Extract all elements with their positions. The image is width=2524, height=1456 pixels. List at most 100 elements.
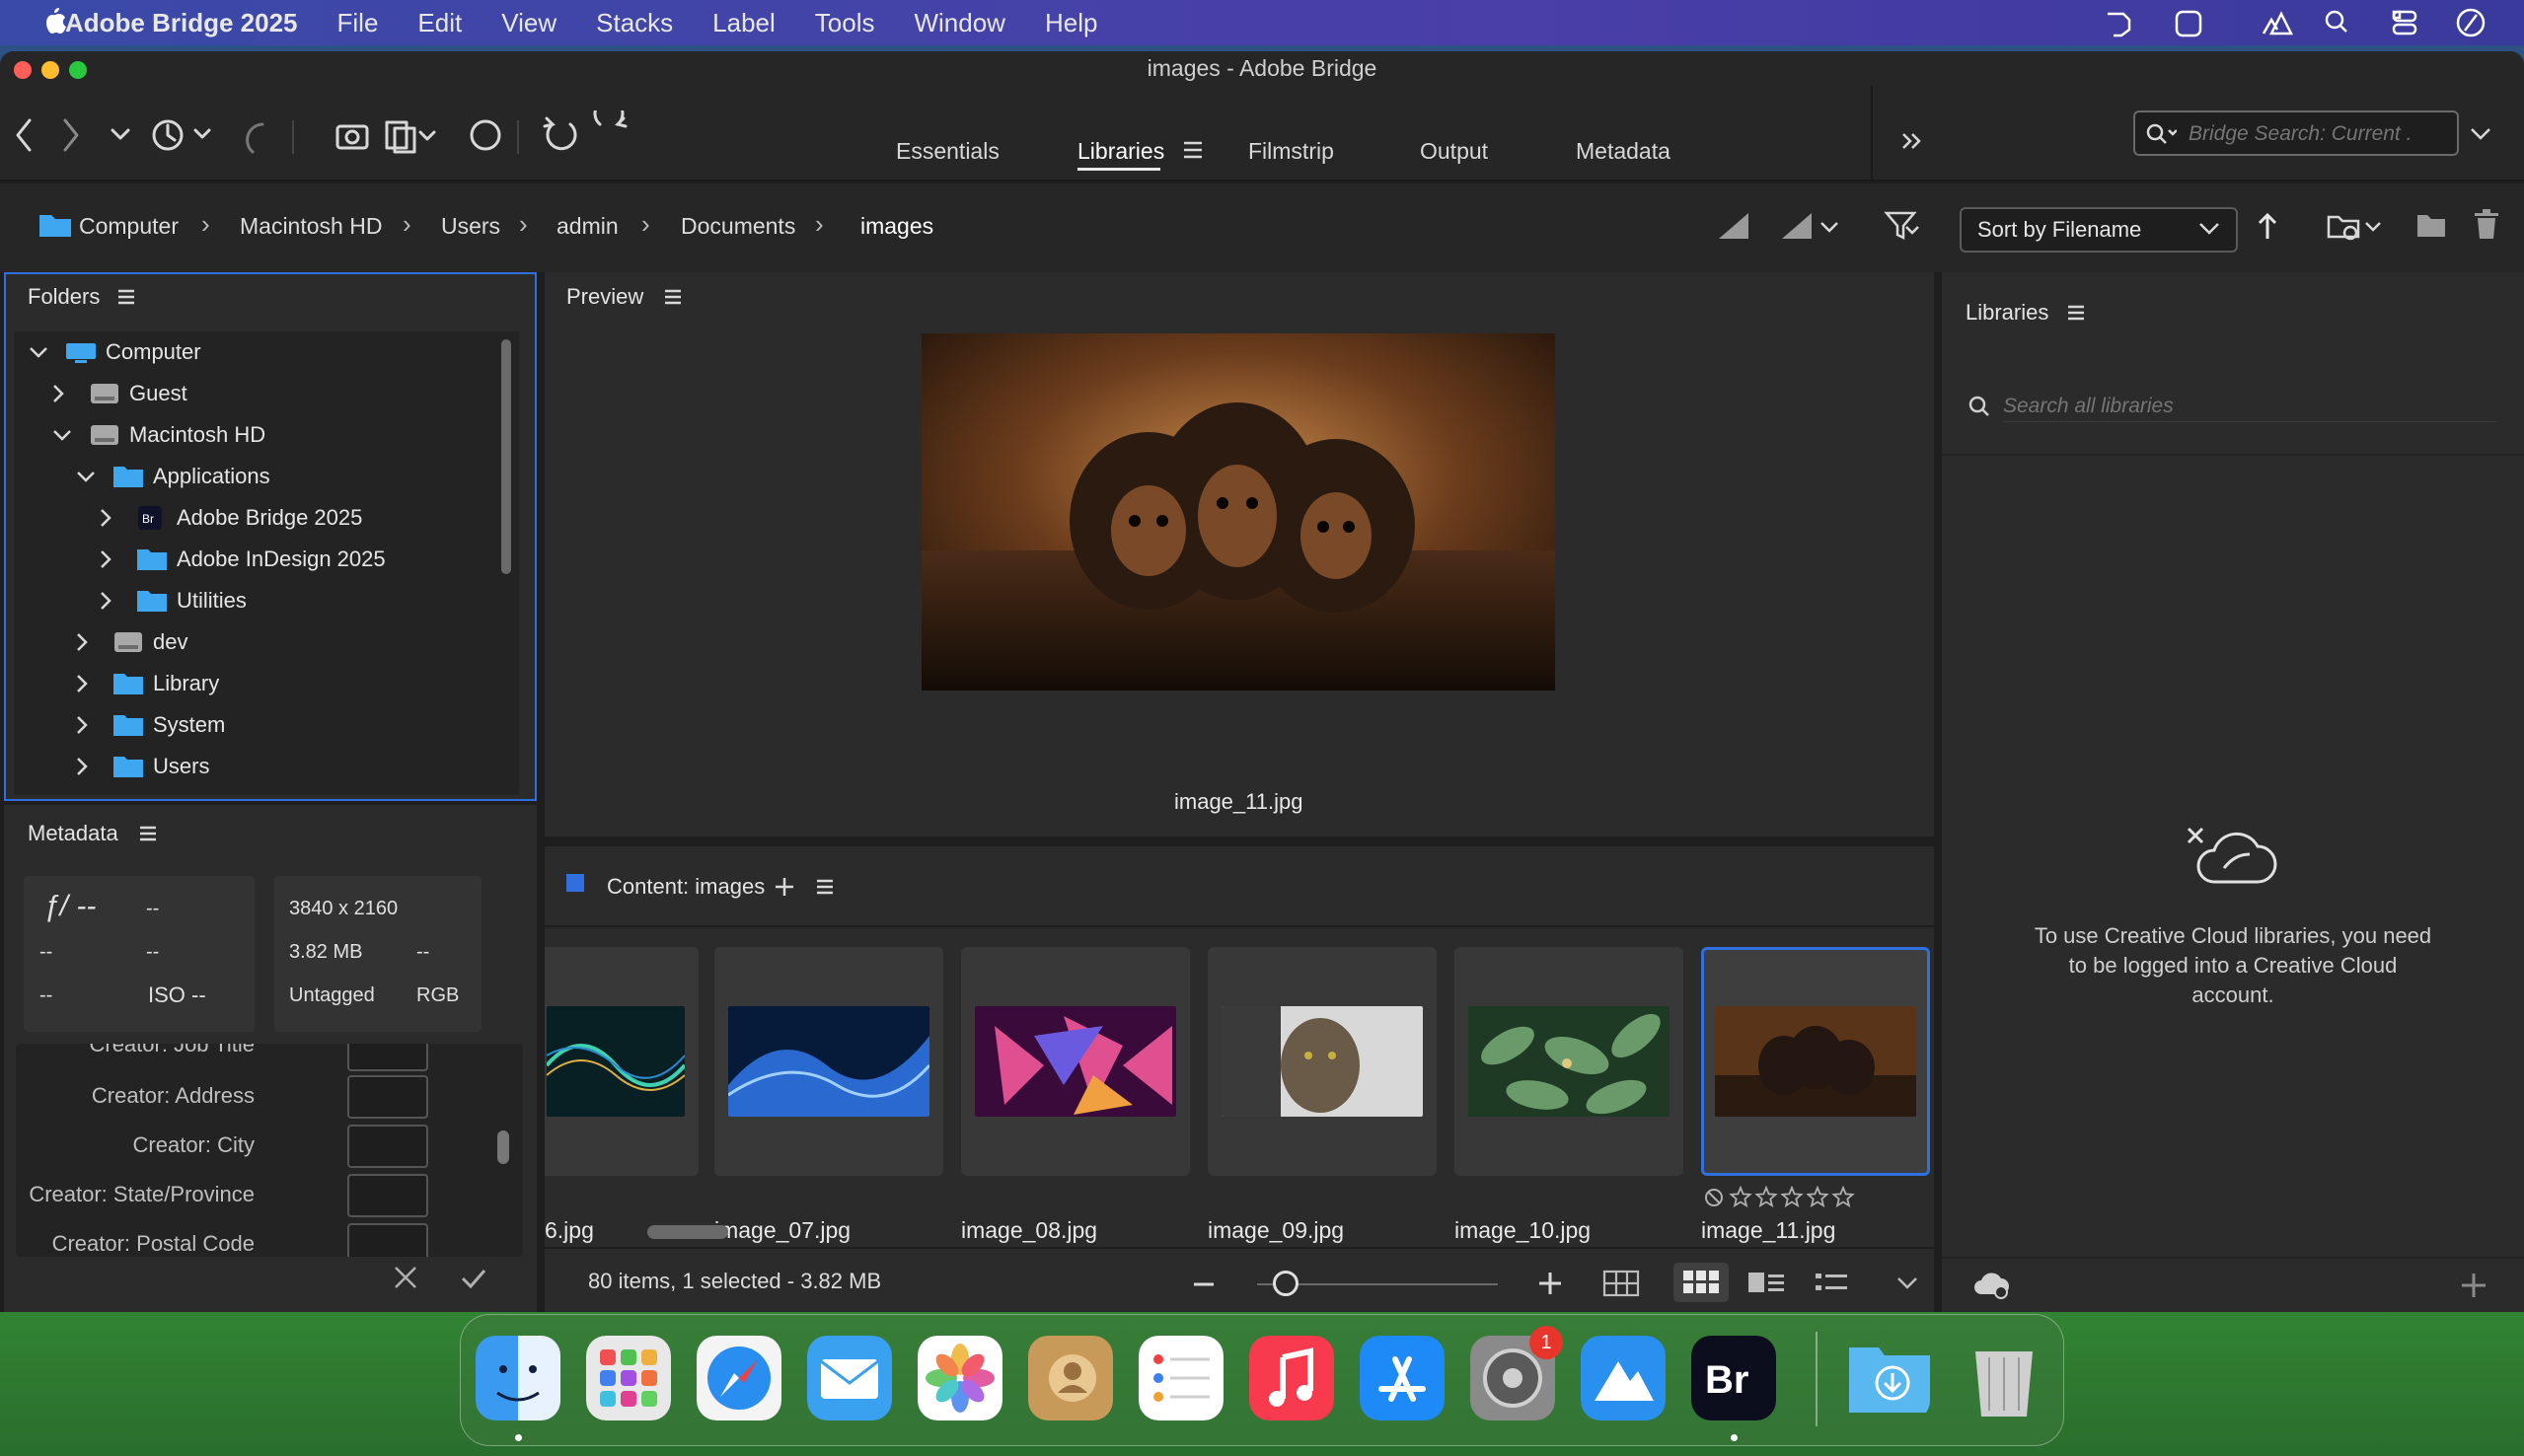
tab-libraries[interactable]: Libraries [1077,138,1164,165]
minimize-window-button[interactable] [41,61,59,79]
content-panel-menu-icon[interactable] [815,878,835,896]
new-folder-icon[interactable] [2415,209,2447,241]
preview-image[interactable] [922,333,1555,691]
control-center-icons[interactable] [2388,6,2506,39]
folders-scrollbar[interactable] [501,339,511,574]
breadcrumb-users[interactable]: Users [441,213,500,240]
star-icon[interactable] [1831,1186,1855,1207]
menu-label[interactable]: Label [693,8,795,38]
thumbnail-09[interactable] [1208,947,1437,1176]
thumbnail-11-selected[interactable] [1701,947,1930,1176]
breadcrumb-images[interactable]: images [860,213,933,240]
trash-icon[interactable] [1962,1336,2046,1420]
star-icon[interactable] [1780,1186,1804,1207]
tree-item-dev[interactable]: dev [153,629,187,655]
chevron-right-icon[interactable] [47,383,69,404]
chevron-right-icon[interactable] [71,673,93,694]
libraries-panel-menu-icon[interactable] [2066,304,2086,322]
photos-icon[interactable] [918,1336,1002,1420]
metadata-scrollbar[interactable] [497,1130,509,1164]
launchpad-icon[interactable] [586,1336,671,1420]
field-input-postal-code[interactable] [347,1223,428,1257]
tree-item-guest[interactable]: Guest [129,381,187,406]
tree-item-applications[interactable]: Applications [153,464,270,489]
library-search-input[interactable] [2003,391,2496,422]
thumbnail-size-slider-handle[interactable] [1273,1271,1299,1296]
chevron-right-icon[interactable] [95,590,116,612]
menu-view[interactable]: View [482,8,576,38]
content-horizontal-scrollbar[interactable] [647,1225,728,1239]
field-input-city[interactable] [347,1125,428,1168]
chevron-right-icon[interactable] [95,507,116,529]
app-store-icon[interactable] [1360,1336,1445,1420]
menu-app-name[interactable]: Adobe Bridge 2025 [39,8,318,38]
view-options-chevron-icon[interactable] [1896,1274,1918,1292]
star-icon[interactable] [1754,1186,1778,1207]
lock-grid-icon[interactable] [1602,1269,1642,1298]
chevron-down-icon[interactable] [75,466,97,487]
contacts-icon[interactable] [1028,1336,1113,1420]
reminders-icon[interactable] [1139,1336,1224,1420]
chevron-right-icon[interactable] [95,548,116,570]
list-view-icon[interactable] [1816,1271,1849,1296]
rating-stars[interactable] [1703,1186,1891,1209]
menu-tools[interactable]: Tools [795,8,895,38]
metadata-panel-menu-icon[interactable] [138,825,158,842]
tab-essentials[interactable]: Essentials [896,138,1000,165]
new-folder-options-icon[interactable] [2325,209,2384,243]
finder-icon[interactable] [476,1336,560,1420]
menu-window[interactable]: Window [894,8,1024,38]
cancel-icon[interactable] [393,1265,418,1290]
chevron-down-icon[interactable] [28,341,49,363]
sort-ascending-icon[interactable] [2258,211,2277,241]
search-input[interactable] [2189,118,2445,150]
more-workspaces-icon[interactable] [1900,130,1924,152]
tree-item-system[interactable]: System [153,712,225,738]
tree-item-users[interactable]: Users [153,754,209,779]
star-icon[interactable] [1729,1186,1752,1207]
chevron-down-icon[interactable] [51,424,73,446]
tab-metadata[interactable]: Metadata [1576,138,1670,165]
safari-icon[interactable] [697,1336,781,1420]
field-input-state[interactable] [347,1174,428,1217]
tab-filmstrip[interactable]: Filmstrip [1248,138,1334,165]
thumbnail-07[interactable] [714,947,943,1176]
breadcrumb-computer[interactable]: Computer [79,213,179,240]
tree-item-computer[interactable]: Computer [106,339,201,365]
folders-panel-menu-icon[interactable] [116,288,136,306]
apple-logo-icon[interactable] [41,6,67,37]
zoom-window-button[interactable] [69,61,87,79]
thumbnail-10[interactable] [1454,947,1683,1176]
add-library-icon[interactable] [2459,1271,2488,1300]
menu-help[interactable]: Help [1025,8,1117,38]
breadcrumb-documents[interactable]: Documents [681,213,795,240]
add-tab-icon[interactable] [774,876,795,898]
tab-output[interactable]: Output [1420,138,1488,165]
tree-item-utilities[interactable]: Utilities [177,588,247,614]
chevron-right-icon[interactable] [71,631,93,653]
close-window-button[interactable] [14,61,32,79]
tree-item-adobe-indesign[interactable]: Adobe InDesign 2025 [177,546,386,572]
delete-trash-icon[interactable] [2473,207,2500,241]
field-input-address[interactable] [347,1075,428,1119]
zoom-in-icon[interactable] [1537,1271,1563,1296]
thumbnail-08[interactable] [961,947,1190,1176]
zoom-out-icon[interactable] [1192,1274,1216,1294]
music-icon[interactable] [1249,1336,1334,1420]
preview-panel-menu-icon[interactable] [663,288,683,306]
star-icon[interactable] [1806,1186,1829,1207]
downloads-folder-icon[interactable] [1845,1336,1930,1420]
chevron-right-icon[interactable] [71,714,93,736]
tree-item-macintosh-hd[interactable]: Macintosh HD [129,422,265,448]
cloud-offline-icon[interactable] [1973,1271,2009,1300]
mail-icon[interactable] [807,1336,892,1420]
breadcrumb-admin[interactable]: admin [557,213,619,240]
tree-item-adobe-bridge[interactable]: Adobe Bridge 2025 [177,505,362,531]
breadcrumb-macintosh-hd[interactable]: Macintosh HD [240,213,382,240]
workspace-menu-icon[interactable] [1182,140,1204,160]
apply-check-icon[interactable] [460,1267,487,1290]
menu-edit[interactable]: Edit [398,8,482,38]
search-options-chevron-icon[interactable] [2469,124,2492,144]
chevron-right-icon[interactable] [71,756,93,777]
tree-item-library[interactable]: Library [153,671,219,696]
